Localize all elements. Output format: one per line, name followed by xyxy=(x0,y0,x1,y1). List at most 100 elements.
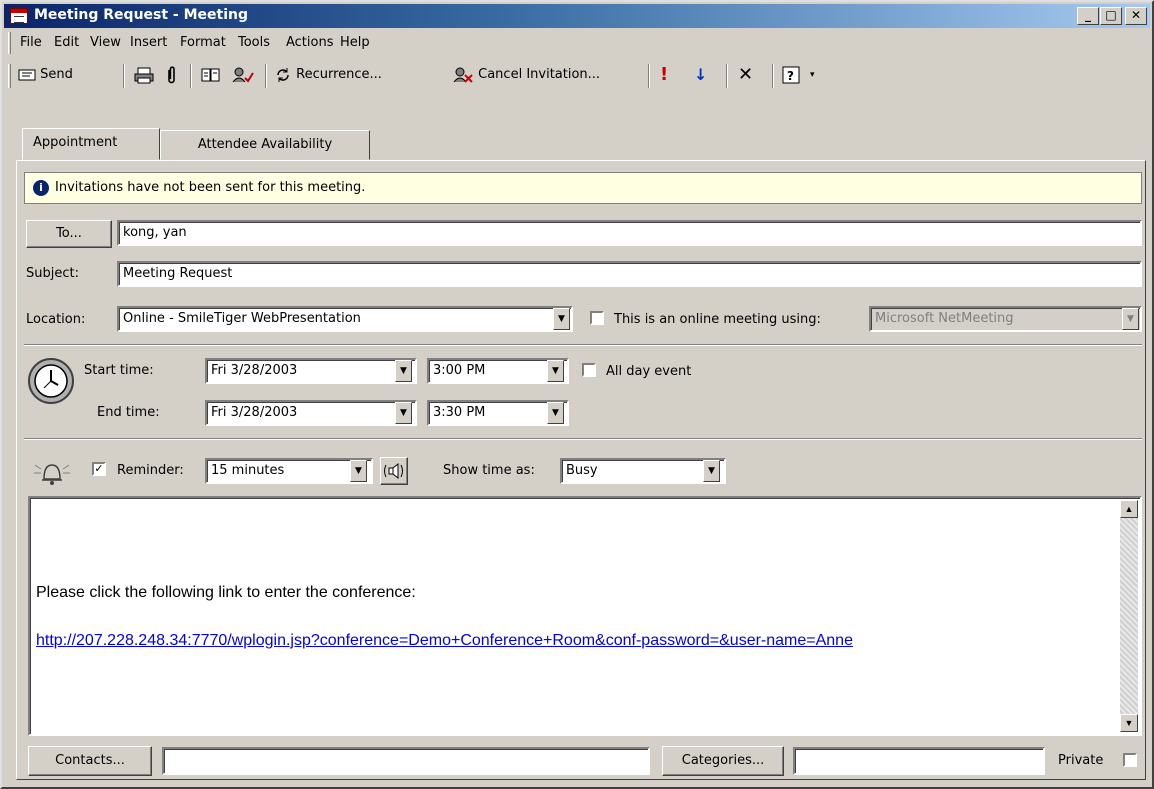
reminder-checkbox[interactable]: ✓ xyxy=(92,462,106,476)
meeting-window: Meeting Request - Meeting _ □ ✕ File Edi… xyxy=(0,0,1154,789)
toolbar-separator xyxy=(726,64,728,88)
end-date-field[interactable]: Fri 3/28/2003 xyxy=(205,400,417,426)
all-day-event-label: All day event xyxy=(606,364,692,379)
start-date-dropdown-button[interactable]: ▼ xyxy=(395,360,412,382)
menu-help[interactable]: Help xyxy=(340,35,370,50)
online-meeting-dropdown-button[interactable]: ▼ xyxy=(1122,308,1139,330)
divider xyxy=(24,438,1142,440)
to-field[interactable]: kong, yan xyxy=(117,220,1142,246)
menu-grip[interactable] xyxy=(8,32,11,54)
address-book-button[interactable] xyxy=(200,64,222,88)
check-names-icon xyxy=(232,67,254,83)
conference-link[interactable]: http://207.228.248.34:7770/wplogin.jsp?c… xyxy=(36,632,853,650)
bell-icon xyxy=(34,464,70,485)
scroll-down-button[interactable]: ▼ xyxy=(1120,714,1138,732)
location-dropdown-button[interactable]: ▼ xyxy=(553,308,570,330)
checkmark-icon: ✓ xyxy=(94,462,104,475)
chevron-down-icon: ▾ xyxy=(810,70,815,80)
menu-tools[interactable]: Tools xyxy=(238,35,270,50)
window-title: Meeting Request - Meeting xyxy=(34,7,249,23)
end-time-dropdown-button[interactable]: ▼ xyxy=(547,402,564,424)
standard-toolbar: Send Recurrence... Cancel Invitation... … xyxy=(4,58,1150,92)
delete-x-icon: ✕ xyxy=(738,64,754,85)
paperclip-icon xyxy=(168,65,175,83)
vertical-scrollbar[interactable]: ▲ ▼ xyxy=(1120,500,1138,732)
contacts-field[interactable] xyxy=(162,747,650,775)
tab-attendee-availability[interactable]: Attendee Availability xyxy=(160,130,370,160)
notes-body[interactable]: Please click the following link to enter… xyxy=(28,496,1142,736)
subject-field[interactable]: Meeting Request xyxy=(117,261,1142,287)
to-button[interactable]: To... xyxy=(26,220,112,248)
recurrence-label: Recurrence... xyxy=(296,67,382,82)
divider xyxy=(24,344,1142,346)
reminder-field[interactable]: 15 minutes xyxy=(205,458,373,484)
info-text: Invitations have not been sent for this … xyxy=(55,180,366,195)
scroll-up-button[interactable]: ▲ xyxy=(1120,500,1138,518)
exclamation-icon: ! xyxy=(660,64,669,85)
menu-format[interactable]: Format xyxy=(180,35,226,50)
show-time-as-dropdown-button[interactable]: ▼ xyxy=(703,460,720,482)
triangle-down-icon: ▼ xyxy=(552,366,559,376)
recurrence-button[interactable]: Recurrence... xyxy=(274,64,382,88)
online-meeting-select[interactable]: Microsoft NetMeeting xyxy=(869,306,1142,332)
triangle-down-icon: ▼ xyxy=(558,314,565,324)
print-button[interactable] xyxy=(134,64,154,88)
help-button[interactable]: ? xyxy=(782,64,800,88)
address-book-icon xyxy=(201,68,220,81)
menu-bar: File Edit View Insert Format Tools Actio… xyxy=(4,30,1150,56)
triangle-down-icon: ▼ xyxy=(1127,314,1134,324)
menu-file[interactable]: File xyxy=(20,35,42,50)
calendar-app-icon xyxy=(10,8,28,24)
svg-text:?: ? xyxy=(787,69,794,83)
send-icon xyxy=(18,69,36,80)
triangle-down-icon: ▼ xyxy=(708,466,715,476)
delete-button[interactable]: ✕ xyxy=(738,64,753,88)
contacts-button[interactable]: Contacts... xyxy=(28,746,152,776)
start-time-dropdown-button[interactable]: ▼ xyxy=(547,360,564,382)
importance-low-button[interactable]: ↓ xyxy=(694,64,707,88)
tab-appointment[interactable]: Appointment xyxy=(22,128,160,160)
body-text: Please click the following link to enter… xyxy=(36,584,416,601)
info-bar: i Invitations have not been sent for thi… xyxy=(24,172,1142,204)
speaker-icon xyxy=(384,462,403,480)
attach-button[interactable] xyxy=(164,64,178,88)
categories-button[interactable]: Categories... xyxy=(662,746,784,776)
location-field[interactable]: Online - SmileTiger WebPresentation xyxy=(117,306,573,332)
maximize-button[interactable]: □ xyxy=(1100,7,1122,25)
check-names-button[interactable] xyxy=(230,64,254,88)
online-meeting-label: This is an online meeting using: xyxy=(614,312,821,327)
private-checkbox[interactable] xyxy=(1123,753,1137,767)
start-time-label: Start time: xyxy=(84,363,154,378)
down-arrow-icon: ↓ xyxy=(694,65,708,84)
importance-high-button[interactable]: ! xyxy=(660,64,668,88)
minimize-button[interactable]: _ xyxy=(1077,7,1099,25)
send-label: Send xyxy=(40,67,73,82)
menu-actions[interactable]: Actions xyxy=(286,35,334,50)
categories-field[interactable] xyxy=(793,747,1045,775)
menu-edit[interactable]: Edit xyxy=(54,35,79,50)
toolbar-separator xyxy=(265,64,267,88)
location-label: Location: xyxy=(26,312,86,327)
send-button[interactable]: Send xyxy=(18,64,73,88)
cancel-invitation-button[interactable]: Cancel Invitation... xyxy=(452,64,600,88)
toolbar-options-dropdown[interactable]: ▾ xyxy=(810,64,815,88)
online-meeting-checkbox[interactable] xyxy=(590,311,604,325)
triangle-down-icon: ▼ xyxy=(355,466,362,476)
help-icon: ? xyxy=(782,66,800,83)
menu-view[interactable]: View xyxy=(90,35,121,50)
reminder-dropdown-button[interactable]: ▼ xyxy=(350,460,367,482)
show-time-as-field[interactable]: Busy xyxy=(560,458,726,484)
start-date-field[interactable]: Fri 3/28/2003 xyxy=(205,358,417,384)
toolbar-grip[interactable] xyxy=(8,64,11,88)
toolbar-separator xyxy=(123,64,125,88)
printer-icon xyxy=(134,67,154,83)
recurrence-icon xyxy=(277,67,289,82)
reminder-sound-button[interactable] xyxy=(380,457,408,485)
title-bar: Meeting Request - Meeting _ □ ✕ xyxy=(4,4,1150,28)
toolbar-separator xyxy=(648,64,650,88)
end-date-dropdown-button[interactable]: ▼ xyxy=(395,402,412,424)
all-day-event-checkbox[interactable] xyxy=(582,363,596,377)
close-button[interactable]: ✕ xyxy=(1125,7,1147,25)
reminder-label: Reminder: xyxy=(117,463,184,478)
menu-insert[interactable]: Insert xyxy=(130,35,167,50)
